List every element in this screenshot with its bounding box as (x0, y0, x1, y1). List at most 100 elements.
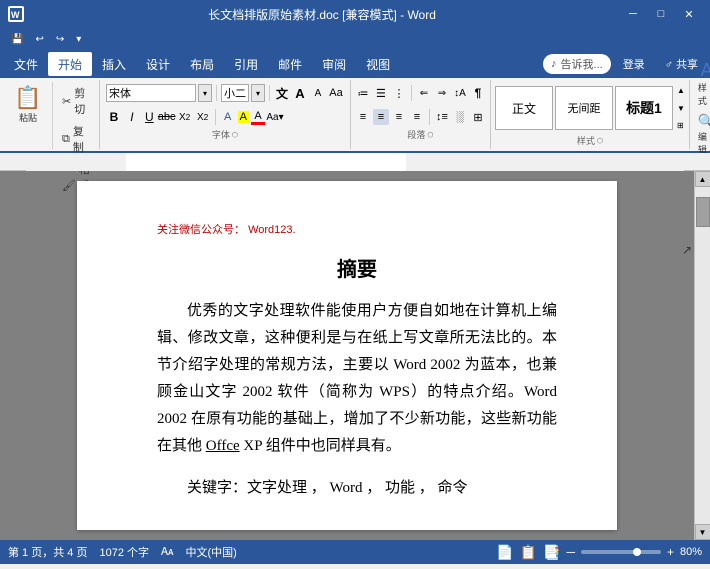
close-button[interactable]: ✕ (676, 4, 702, 24)
menu-design[interactable]: 设计 (136, 52, 180, 76)
document-page: 关注微信公众号： Word123. 摘要 优秀的文字处理软件能使用户方便自如地在… (77, 181, 617, 530)
font-group-label: 字体 ⬡ (106, 128, 344, 143)
menu-references[interactable]: 引用 (224, 52, 268, 76)
save-quick-btn[interactable]: 💾 (8, 32, 26, 47)
center-btn[interactable]: ≡ (373, 109, 389, 125)
zoom-minus-btn[interactable]: ─ (566, 545, 575, 559)
document-scroll: 关注微信公众号： Word123. 摘要 优秀的文字处理软件能使用户方便自如地在… (0, 171, 694, 540)
menu-mailings[interactable]: 邮件 (268, 52, 312, 76)
clipboard-small-buttons: ✂ 剪切 ⧉ 复制 🖌 格式刷 (57, 82, 95, 134)
subscript-button[interactable]: X2 (177, 109, 193, 125)
tell-me-text[interactable]: 告诉我... (561, 56, 603, 72)
scroll-thumb[interactable] (696, 197, 710, 227)
status-right: 📄 📋 📑 ─ + 80% (496, 544, 702, 561)
clear-format-btn[interactable]: Aa (328, 85, 344, 101)
increase-indent-btn[interactable]: ⇒ (434, 85, 450, 101)
clipboard-group: 📋 粘贴 ✂ 剪切 ⧉ 复制 🖌 格式刷 (4, 80, 100, 149)
style-normal-btn[interactable]: 正文 (495, 86, 553, 130)
styles-scroll-up[interactable]: ▲ (677, 86, 685, 95)
menu-view[interactable]: 视图 (356, 52, 400, 76)
style-no-spacing-btn[interactable]: 无间距 (555, 86, 613, 130)
zoom-plus-btn[interactable]: + (667, 545, 674, 559)
change-case-btn[interactable]: Aa▾ (267, 109, 283, 125)
multilevel-btn[interactable]: ⋮ (391, 85, 407, 101)
para-row1: ≔ ☰ ⋮ ⇐ ⇒ ↕A ¶ (355, 82, 486, 104)
menu-review[interactable]: 审阅 (312, 52, 356, 76)
styles-big-btn[interactable]: A 样式 (694, 58, 710, 109)
title-bar-left: W (8, 6, 24, 22)
doc-paragraph-1: 优秀的文字处理软件能使用户方便自如地在计算机上编辑、修改文章，这种便利是与在纸上… (157, 298, 557, 460)
styles-group-label: 样式 ⬡ (495, 134, 685, 149)
view-read-btn[interactable]: 📑 (543, 544, 560, 561)
menu-insert[interactable]: 插入 (92, 52, 136, 76)
strikethrough-button[interactable]: abc (159, 109, 175, 125)
customize-quick-btn[interactable]: ▾ (73, 32, 84, 47)
align-left-btn[interactable]: ≡ (355, 109, 371, 125)
font-group-arrow[interactable]: ⬡ (232, 131, 238, 139)
menu-file[interactable]: 文件 (4, 52, 48, 76)
font-shrink-btn[interactable]: A (310, 85, 326, 101)
borders-btn[interactable]: ⊞ (470, 109, 486, 125)
font-grow-btn[interactable]: A (292, 85, 308, 101)
minimize-button[interactable]: ─ (620, 4, 646, 24)
view-web-btn[interactable]: 📋 (520, 544, 537, 561)
align-right-btn[interactable]: ≡ (391, 109, 407, 125)
zoom-level[interactable]: 80% (680, 546, 702, 558)
language-text[interactable]: 中文(中国) (185, 544, 236, 560)
scroll-track[interactable] (695, 187, 710, 524)
superscript-button[interactable]: X2 (195, 109, 211, 125)
font-format-row: B I U abc X2 X2 A A A Aa▾ (106, 106, 344, 128)
decrease-indent-btn[interactable]: ⇐ (416, 85, 432, 101)
word-icon: W (8, 6, 24, 22)
font-color-btn[interactable]: A (251, 110, 265, 125)
tell-me-box[interactable]: ♪ 告诉我... (543, 54, 611, 74)
sort-btn[interactable]: ↕A (452, 85, 468, 101)
menu-home[interactable]: 开始 (48, 52, 92, 76)
find-icon: 🔍 (698, 113, 710, 130)
title-bar: W 长文档排版原始素材.doc [兼容模式] - Word ─ □ ✕ (0, 0, 710, 28)
text-effect-btn[interactable]: A (220, 109, 236, 125)
restore-button[interactable]: □ (648, 4, 674, 24)
undo-quick-btn[interactable]: ↩ (32, 32, 46, 47)
paste-button[interactable]: 📋 粘贴 (8, 82, 48, 126)
paragraph-group-label: 段落 ⬡ (355, 128, 486, 143)
menu-layout[interactable]: 布局 (180, 52, 224, 76)
copy-label: 复制 (73, 123, 90, 155)
bullets-btn[interactable]: ≔ (355, 85, 371, 101)
justify-btn[interactable]: ≡ (409, 109, 425, 125)
login-button[interactable]: 登录 (615, 54, 653, 74)
font-size-dropdown[interactable]: ▾ (251, 84, 265, 102)
highlight-btn[interactable]: A (238, 111, 249, 123)
shading-btn[interactable]: ░ (452, 109, 468, 125)
cut-icon: ✂ (62, 95, 71, 108)
style-heading1-btn[interactable]: 标题1 (615, 86, 673, 130)
view-print-btn[interactable]: 📄 (496, 544, 513, 561)
font-group: ▾ ▾ 文 A A Aa B I U abc X2 X2 (100, 80, 351, 149)
underline-button[interactable]: U (142, 108, 157, 126)
redo-quick-btn[interactable]: ↪ (53, 32, 67, 47)
svg-text:W: W (11, 10, 20, 20)
italic-button[interactable]: I (124, 109, 140, 125)
document-title: 摘要 (157, 253, 557, 282)
numbering-btn[interactable]: ☰ (373, 85, 389, 101)
font-size-input[interactable] (221, 84, 249, 102)
styles-expand[interactable]: ⊞ (677, 121, 685, 130)
font-expand-btn[interactable]: 文 (274, 85, 290, 101)
styles-group-arrow[interactable]: ⬡ (597, 137, 603, 145)
font-name-input[interactable] (106, 84, 196, 102)
line-spacing-btn[interactable]: ↕≡ (434, 109, 450, 125)
font-name-row: ▾ ▾ 文 A A Aa (106, 82, 344, 104)
para-group-arrow[interactable]: ⬡ (427, 131, 433, 139)
zoom-slider[interactable] (581, 550, 661, 554)
scroll-down-btn[interactable]: ▼ (695, 524, 710, 540)
editing-group-label (694, 134, 710, 136)
scroll-up-btn[interactable]: ▲ (695, 171, 710, 187)
show-hide-btn[interactable]: ¶ (470, 85, 486, 101)
styles-scroll-down[interactable]: ▼ (677, 104, 685, 113)
bold-button[interactable]: B (106, 109, 122, 125)
zoom-thumb[interactable] (633, 548, 641, 556)
status-bar: 第 1 页，共 4 页 1072 个字 🗛 中文(中国) 📄 📋 📑 ─ + 8… (0, 540, 710, 564)
font-name-dropdown[interactable]: ▾ (198, 84, 212, 102)
vertical-scrollbar[interactable]: ▲ ▼ (694, 171, 710, 540)
cut-button[interactable]: ✂ 剪切 (57, 82, 95, 120)
